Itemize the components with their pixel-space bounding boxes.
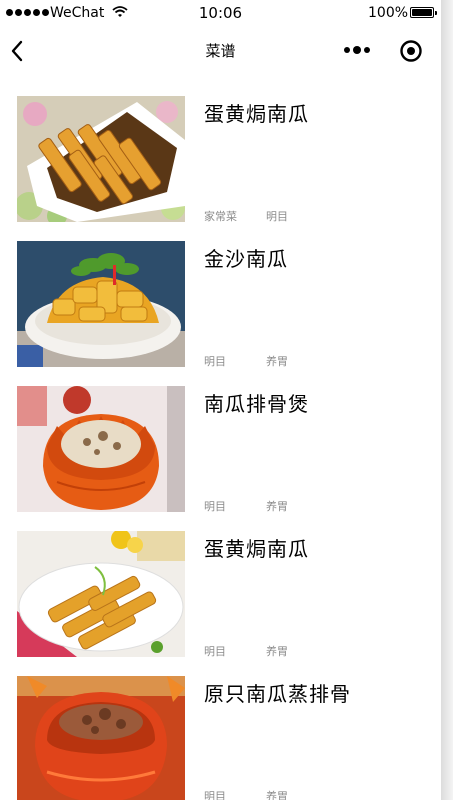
battery-percent: 100% [368,5,409,21]
recipe-image [17,386,185,512]
recipe-item[interactable]: 原只南瓜蒸排骨 明目 养胃 [0,676,441,800]
recipe-tags: 明目 养胃 [204,353,288,369]
recipe-tag: 养胃 [266,355,288,368]
recipe-image [17,96,185,222]
recipe-tags: 明目 养胃 [204,643,288,659]
recipe-tags: 家常菜 明目 [204,208,288,224]
recipe-image [17,241,185,367]
recipe-tag: 明目 [204,645,226,658]
recipe-image [17,531,185,657]
recipe-item[interactable]: 蛋黄焗南瓜 明目 养胃 [0,531,441,676]
navigation-bar: 菜谱 [0,26,441,76]
recipe-tag: 明目 [204,790,226,800]
recipe-image [17,676,185,800]
recipe-tags: 明目 养胃 [204,788,288,800]
recipe-title: 蛋黄焗南瓜 [204,102,309,126]
recipe-item[interactable]: 蛋黄焗南瓜 家常菜 明目 [0,96,441,241]
recipe-list: 蛋黄焗南瓜 家常菜 明目 金沙南瓜 明目 养胃 南瓜排骨煲 明目 养胃 蛋黄焗南… [0,96,441,800]
battery-fill [412,9,432,16]
page-title: 菜谱 [205,42,236,60]
recipe-title: 南瓜排骨煲 [204,392,309,416]
recipe-tag: 养胃 [266,645,288,658]
target-circle-icon[interactable] [399,39,423,63]
recipe-item[interactable]: 金沙南瓜 明目 养胃 [0,241,441,386]
phone-screen: WeChat 10:06 100% 菜谱 蛋黄焗南瓜 家常菜 明目 金沙南瓜 明… [0,0,441,800]
recipe-tag: 明目 [204,500,226,513]
status-bar: WeChat 10:06 100% [0,0,441,26]
more-dots-icon[interactable] [344,43,374,57]
recipe-title: 原只南瓜蒸排骨 [204,682,351,706]
recipe-title: 蛋黄焗南瓜 [204,537,309,561]
battery-icon [410,7,437,18]
recipe-tag: 家常菜 [204,210,237,223]
window-edge-shadow [441,0,453,800]
recipe-tag: 明目 [266,210,288,223]
recipe-tag: 养胃 [266,500,288,513]
recipe-title: 金沙南瓜 [204,247,288,271]
recipe-tag: 养胃 [266,790,288,800]
recipe-item[interactable]: 南瓜排骨煲 明目 养胃 [0,386,441,531]
recipe-tags: 明目 养胃 [204,498,288,514]
recipe-tag: 明目 [204,355,226,368]
